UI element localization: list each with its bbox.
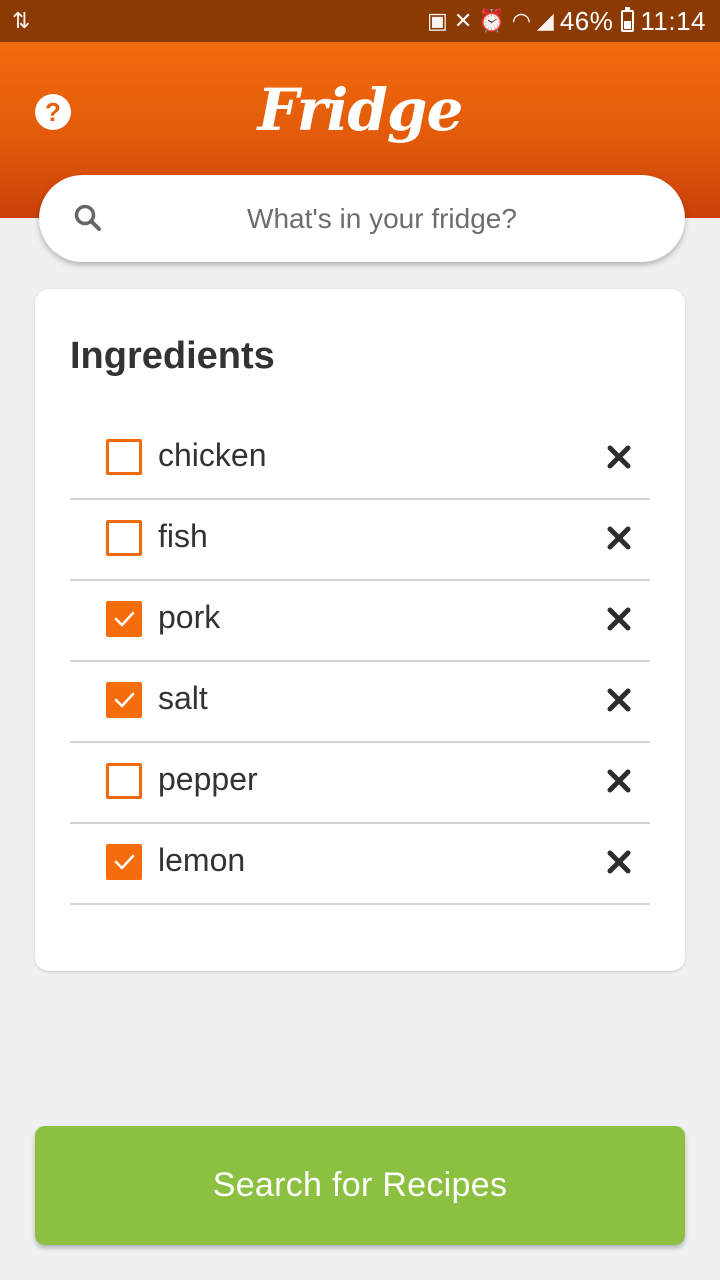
calendar-icon: ▣ xyxy=(427,8,448,33)
close-icon[interactable] xyxy=(606,444,632,470)
ingredients-title: Ingredients xyxy=(70,335,275,377)
ingredient-checkbox[interactable] xyxy=(106,601,142,637)
status-bar: ⇅ ▣ ✕ ⏰ ◠ ◢ 46% 11:14 xyxy=(0,0,720,42)
ingredient-label: lemon xyxy=(158,842,246,878)
close-icon[interactable] xyxy=(606,768,632,794)
close-icon[interactable] xyxy=(606,525,632,551)
close-icon[interactable] xyxy=(606,606,632,632)
ingredient-label: fish xyxy=(158,518,208,554)
alarm-icon: ⏰ xyxy=(478,8,506,33)
search-icon xyxy=(74,204,101,231)
ingredient-row: fish xyxy=(70,500,650,581)
status-bar-right: ▣ ✕ ⏰ ◠ ◢ 46% 11:14 xyxy=(427,6,706,37)
ingredient-label: chicken xyxy=(158,437,267,473)
ingredient-row: pepper xyxy=(70,743,650,824)
ingredient-label: pork xyxy=(158,599,221,635)
ingredients-card: Ingredients chicken fish pork salt pepper lem… xyxy=(35,289,685,971)
checkmark-icon xyxy=(114,854,135,870)
close-icon[interactable] xyxy=(606,687,632,713)
ingredient-checkbox[interactable] xyxy=(106,439,142,475)
usb-transfer-icon: ⇅ xyxy=(12,8,31,33)
ingredient-row: pork xyxy=(70,581,650,662)
ingredient-list: chicken fish pork salt pepper lemon xyxy=(70,419,650,905)
ingredient-row: chicken xyxy=(70,419,650,500)
search-bar[interactable] xyxy=(39,175,685,262)
clock: 11:14 xyxy=(640,5,706,36)
wifi-icon: ◠ xyxy=(511,8,531,33)
vibrate-mute-icon: ✕ xyxy=(453,8,473,33)
signal-icon: ◢ xyxy=(536,8,554,33)
ingredient-row: lemon xyxy=(70,824,650,905)
ingredient-checkbox[interactable] xyxy=(106,844,142,880)
ingredient-checkbox[interactable] xyxy=(106,682,142,718)
search-input[interactable] xyxy=(39,175,685,262)
search-recipes-button[interactable]: Search for Recipes xyxy=(35,1126,685,1245)
close-icon[interactable] xyxy=(606,849,632,875)
battery-icon xyxy=(621,7,635,32)
app-title: Fridge xyxy=(257,76,464,144)
ingredient-checkbox[interactable] xyxy=(106,763,142,799)
status-bar-left: ⇅ xyxy=(12,10,30,32)
ingredient-label: pepper xyxy=(158,761,258,797)
checkmark-icon xyxy=(114,692,135,708)
ingredient-row: salt xyxy=(70,662,650,743)
search-recipes-label: Search for Recipes xyxy=(212,1166,508,1204)
ingredient-checkbox[interactable] xyxy=(106,520,142,556)
battery-percent: 46% xyxy=(559,5,614,36)
checkmark-icon xyxy=(114,611,135,627)
ingredient-label: salt xyxy=(158,680,208,716)
